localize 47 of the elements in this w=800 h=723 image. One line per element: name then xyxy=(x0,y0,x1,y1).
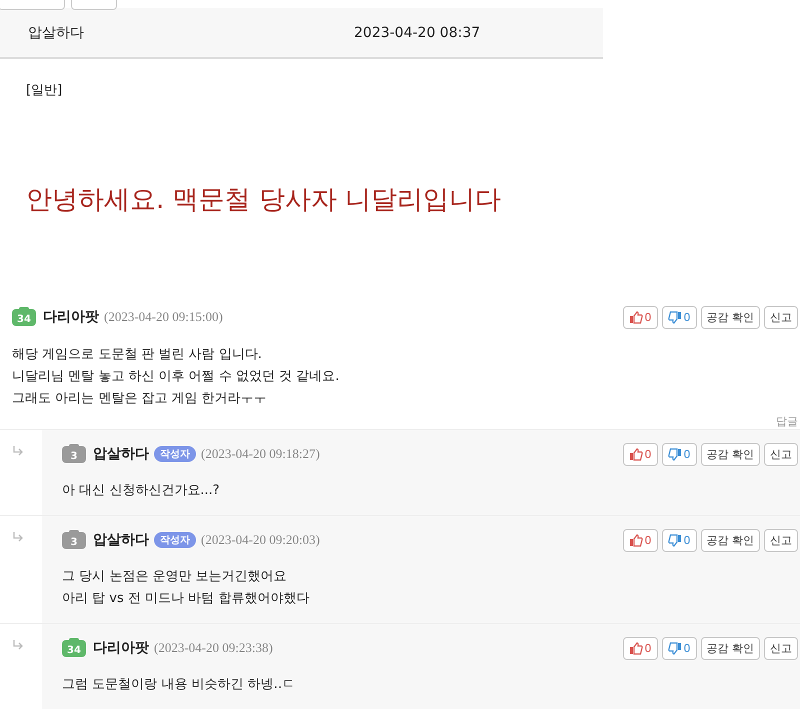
comment-time: (2023-04-20 09:20:03) xyxy=(201,532,320,548)
level-badge-icon: 3 xyxy=(62,446,86,462)
empathy-button[interactable]: 공감 확인 xyxy=(700,636,760,660)
empathy-button[interactable]: 공감 확인 xyxy=(700,528,760,552)
comment-author: 다리아팟 xyxy=(43,308,99,326)
post-category: [일반] xyxy=(26,82,64,99)
level-badge-icon: 34 xyxy=(62,640,86,656)
like-button[interactable]: 0 xyxy=(622,528,658,552)
dislike-button[interactable]: 0 xyxy=(662,306,696,328)
comment-author: 다리아팟 xyxy=(93,639,149,657)
comment-time: (2023-04-20 09:23:38) xyxy=(154,640,273,656)
comment-author: 압살하다 xyxy=(93,531,149,549)
comment-text: 그럼 도문철이랑 내용 비슷하긴 하넹‥ㄷ xyxy=(62,676,296,694)
like-button[interactable]: 0 xyxy=(622,306,658,328)
thumbs-up-icon xyxy=(628,642,642,654)
like-button[interactable]: 0 xyxy=(622,442,658,466)
author-tag: 작성자 xyxy=(154,532,196,548)
comment-author: 압살하다 xyxy=(93,445,149,463)
thumbs-up-icon xyxy=(628,448,642,460)
empathy-button[interactable]: 공감 확인 xyxy=(700,442,760,466)
dislike-button[interactable]: 0 xyxy=(662,636,696,660)
thumbs-up-icon xyxy=(628,310,642,324)
author-tag: 작성자 xyxy=(154,446,196,462)
level-badge-icon: 34 xyxy=(12,308,36,326)
comment-time: (2023-04-20 09:18:27) xyxy=(201,446,320,462)
post-date: 2023-04-20 08:37 xyxy=(354,24,480,40)
empathy-button[interactable]: 공감 확인 xyxy=(700,306,760,328)
thumbs-up-icon xyxy=(628,534,642,546)
comment-text: 아 대신 신청하신건가요...? xyxy=(62,482,221,500)
like-button[interactable]: 0 xyxy=(622,636,658,660)
comment-text: 그 당시 논점은 운영만 보는거긴했어요 아리 탑 vs 전 미드나 바텀 합류했어야했다 xyxy=(62,568,310,608)
report-button[interactable]: 신고 xyxy=(764,528,798,552)
dislike-button[interactable]: 0 xyxy=(662,442,696,466)
level-badge-icon: 3 xyxy=(62,532,86,548)
comment-text: 해당 게임으로 도문철 판 벌린 사람 입니다. 니달리님 멘탈 놓고 하신 이후 어쩔 수 없었던 것 같네요. 그래도 아리는 멘탈은 잡고 게임 한거라ㅜㅜ xyxy=(12,346,340,408)
report-button[interactable]: 신고 xyxy=(764,636,798,660)
comment-time: (2023-04-20 09:15:00) xyxy=(104,309,223,325)
thumbs-down-icon xyxy=(668,448,682,460)
post-title: 안녕하세요. 맥문철 당사자 니달리입니다 xyxy=(26,184,502,217)
report-button[interactable]: 신고 xyxy=(764,306,798,328)
thumbs-down-icon xyxy=(668,310,682,324)
dislike-button[interactable]: 0 xyxy=(662,528,696,552)
thumbs-down-icon xyxy=(668,534,682,546)
reply-link[interactable]: 답글 xyxy=(776,415,798,428)
thumbs-down-icon xyxy=(668,642,682,654)
post-author: 압살하다 xyxy=(28,24,85,42)
report-button[interactable]: 신고 xyxy=(764,442,798,466)
